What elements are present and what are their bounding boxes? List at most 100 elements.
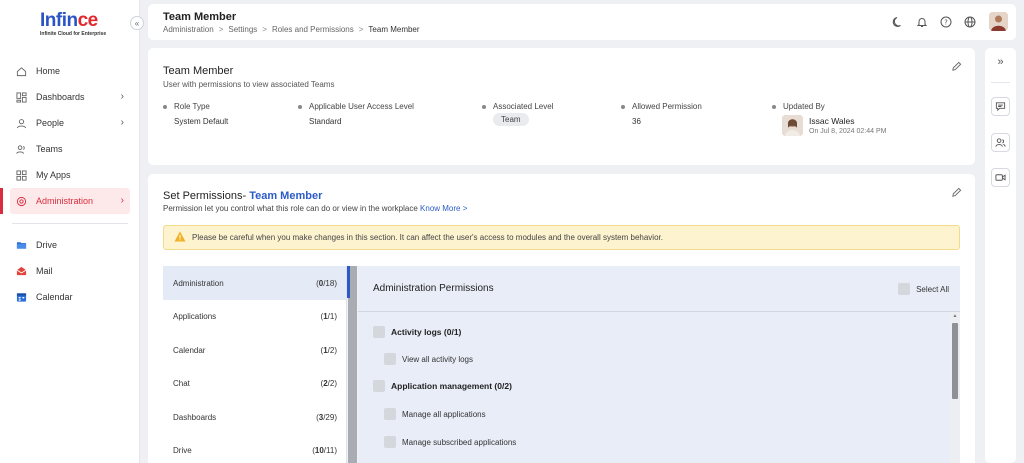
module-name: Applications <box>173 312 217 322</box>
sidebar-item-label: People <box>36 118 65 128</box>
breadcrumb-item[interactable]: Roles and Permissions <box>272 25 354 34</box>
edit-pencil-icon[interactable] <box>951 187 962 201</box>
bullet-icon <box>298 104 302 109</box>
permission-label: Manage all applications <box>402 409 486 419</box>
sidebar-item-label: Calendar <box>36 292 73 302</box>
module-item-drive[interactable]: Drive (10/11) <box>163 434 346 463</box>
group-checkbox[interactable] <box>373 380 385 392</box>
permissions-editor: Administration (0/18) Applications (1/1)… <box>163 266 960 463</box>
teams-icon <box>16 144 27 155</box>
breadcrumb: Administration > Settings > Roles and Permis… <box>163 25 420 34</box>
associated-level-field: Associated Level Team <box>482 102 553 126</box>
warning-text: Please be careful when you make changes … <box>192 233 663 242</box>
page-header: Team Member Administration > Settings > Role… <box>148 4 1016 40</box>
field-value: System Default <box>174 117 229 126</box>
know-more-link[interactable]: Know More > <box>420 204 467 213</box>
collapse-sidebar-button[interactable]: « <box>130 16 144 30</box>
field-label: Applicable User Access Level <box>309 102 414 111</box>
permission-label: View all activity logs <box>402 354 473 364</box>
globe-icon[interactable] <box>963 15 976 28</box>
contacts-icon[interactable] <box>991 133 1010 152</box>
edit-pencil-icon[interactable] <box>951 61 962 75</box>
panel-title: Administration Permissions <box>373 283 494 294</box>
module-item-chat[interactable]: Chat (2/2) <box>163 367 346 401</box>
permission-group[interactable]: Activity logs (0/1) <box>373 326 461 338</box>
sidebar-app-drive[interactable]: Drive <box>0 232 140 258</box>
sidebar-app-mail[interactable]: Mail <box>0 258 140 284</box>
sidebar-item-label: My Apps <box>36 170 71 180</box>
permission-checkbox[interactable] <box>384 436 396 448</box>
module-item-calendar[interactable]: Calendar (1/2) <box>163 334 346 368</box>
breadcrumb-separator: > <box>262 25 267 34</box>
module-item-applications[interactable]: Applications (1/1) <box>163 300 346 334</box>
role-info-card: Team Member User with permissions to vie… <box>148 48 975 165</box>
apps-icon <box>16 169 27 181</box>
admin-icon <box>16 196 27 207</box>
permission-panel-scrollbar[interactable]: ▲ <box>950 312 960 463</box>
header-actions: ? <box>891 12 1008 31</box>
chat-icon[interactable] <box>991 97 1010 116</box>
panel-divider <box>358 311 960 312</box>
brand-logo[interactable]: Infince Infinite Cloud for Enterprise <box>40 11 106 37</box>
permission-checkbox[interactable] <box>384 408 396 420</box>
video-call-icon[interactable] <box>991 168 1010 187</box>
permissions-description: Permission let you control what this rol… <box>163 204 468 213</box>
person-icon <box>16 118 27 129</box>
sidebar: Infince Infinite Cloud for Enterprise « … <box>0 0 144 463</box>
help-icon[interactable]: ? <box>939 15 952 28</box>
home-icon <box>16 66 27 77</box>
svg-text:?: ? <box>944 18 948 26</box>
sidebar-item-label: Drive <box>36 240 58 250</box>
breadcrumb-separator: > <box>218 25 224 34</box>
breadcrumb-item[interactable]: Administration <box>163 25 214 34</box>
bullet-icon <box>621 104 625 109</box>
group-checkbox[interactable] <box>373 326 385 338</box>
sidebar-item-dashboards[interactable]: Dashboards › <box>0 84 140 110</box>
sidebar-item-my-apps[interactable]: My Apps <box>0 162 140 188</box>
breadcrumb-item[interactable]: Settings <box>228 25 257 34</box>
rail-divider <box>991 82 1010 83</box>
sidebar-item-home[interactable]: Home <box>0 58 140 84</box>
role-description: User with permissions to view associated… <box>163 80 335 89</box>
drive-icon <box>16 240 27 251</box>
chevron-right-icon: › <box>120 117 124 128</box>
sidebar-item-people[interactable]: People › <box>0 110 140 136</box>
sidebar-divider <box>12 223 128 224</box>
breadcrumb-separator: > <box>358 25 364 34</box>
sidebar-item-administration[interactable]: Administration › <box>0 188 130 214</box>
select-all-checkbox[interactable] <box>898 283 911 295</box>
scroll-up-icon[interactable]: ▲ <box>950 313 960 319</box>
permission-checkbox[interactable] <box>384 353 396 365</box>
field-value: Standard <box>309 117 342 126</box>
select-all[interactable]: Select All <box>898 283 949 295</box>
bell-icon[interactable] <box>915 15 928 28</box>
sidebar-item-teams[interactable]: Teams <box>0 136 140 162</box>
expand-rail-icon[interactable]: » <box>985 56 1016 68</box>
user-avatar[interactable] <box>989 12 1008 31</box>
permission-item[interactable]: Manage all applications <box>384 408 486 420</box>
warning-icon <box>174 231 186 245</box>
permission-item[interactable]: Manage subscribed applications <box>384 436 516 448</box>
right-rail: » <box>985 48 1016 463</box>
module-name: Administration <box>173 278 224 288</box>
updated-by-field: Updated By Issac Wales On Jul 8, 2024 02… <box>772 102 886 136</box>
module-count: (1/1) <box>320 312 337 322</box>
permission-item[interactable]: View all activity logs <box>384 353 473 365</box>
permissions-role-name: Team Member <box>249 190 323 202</box>
module-item-administration[interactable]: Administration (0/18) <box>163 266 346 300</box>
moon-icon[interactable] <box>891 15 904 28</box>
sidebar-app-calendar[interactable]: Calendar <box>0 284 140 310</box>
permission-group[interactable]: Application management (0/2) <box>373 380 512 392</box>
module-list-scrollbar[interactable] <box>347 266 358 463</box>
mail-icon <box>16 266 27 277</box>
module-item-dashboards[interactable]: Dashboards (3/29) <box>163 401 346 435</box>
field-label: Associated Level <box>493 102 554 111</box>
role-type-field: Role Type System Default <box>163 102 228 126</box>
updated-timestamp: On Jul 8, 2024 02:44 PM <box>809 128 887 135</box>
calendar-icon <box>16 292 27 303</box>
module-name: Calendar <box>173 345 206 355</box>
scrollbar-thumb[interactable] <box>952 323 958 399</box>
chevron-right-icon: › <box>120 195 124 206</box>
sidebar-item-label: Teams <box>36 144 63 154</box>
module-count: (10/11) <box>312 446 337 456</box>
